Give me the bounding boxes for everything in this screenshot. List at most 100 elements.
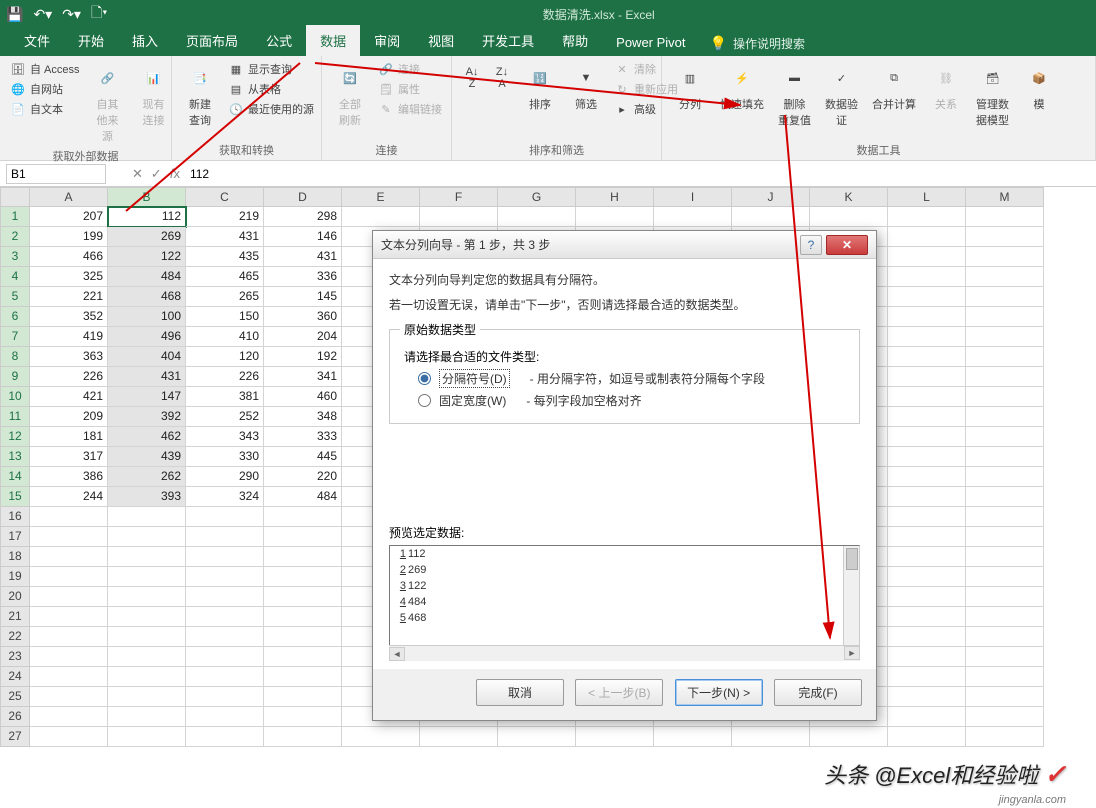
cell[interactable] xyxy=(966,567,1044,587)
cell[interactable] xyxy=(264,567,342,587)
cell[interactable]: 204 xyxy=(264,327,342,347)
row-header[interactable]: 20 xyxy=(0,587,30,607)
cell[interactable] xyxy=(966,707,1044,727)
cell[interactable] xyxy=(264,507,342,527)
cell[interactable] xyxy=(264,547,342,567)
cell[interactable] xyxy=(966,447,1044,467)
cell[interactable] xyxy=(888,647,966,667)
cell[interactable]: 147 xyxy=(108,387,186,407)
cell[interactable] xyxy=(498,727,576,747)
row-header[interactable]: 7 xyxy=(0,327,30,347)
edit-links-button[interactable]: ✎编辑链接 xyxy=(376,100,444,118)
cell[interactable] xyxy=(264,687,342,707)
cell[interactable]: 207 xyxy=(30,207,108,227)
row-header[interactable]: 11 xyxy=(0,407,30,427)
text-to-columns-button[interactable]: ▥分列 xyxy=(670,60,710,114)
cell[interactable] xyxy=(888,207,966,227)
row-header[interactable]: 24 xyxy=(0,667,30,687)
row-header[interactable]: 8 xyxy=(0,347,30,367)
formula-input[interactable] xyxy=(188,165,388,183)
cell[interactable] xyxy=(888,507,966,527)
cell[interactable] xyxy=(342,207,420,227)
row-header[interactable]: 27 xyxy=(0,727,30,747)
cell[interactable] xyxy=(30,727,108,747)
cell[interactable]: 192 xyxy=(264,347,342,367)
cell[interactable] xyxy=(732,207,810,227)
cell[interactable] xyxy=(186,567,264,587)
col-header[interactable]: F xyxy=(420,187,498,207)
cell[interactable] xyxy=(966,527,1044,547)
cell[interactable] xyxy=(186,687,264,707)
cell[interactable] xyxy=(30,667,108,687)
cell[interactable] xyxy=(576,727,654,747)
cell[interactable] xyxy=(888,587,966,607)
cell[interactable] xyxy=(732,727,810,747)
cell[interactable] xyxy=(108,627,186,647)
cell[interactable]: 381 xyxy=(186,387,264,407)
row-header[interactable]: 19 xyxy=(0,567,30,587)
cell[interactable] xyxy=(966,607,1044,627)
cell[interactable] xyxy=(966,367,1044,387)
tab-insert[interactable]: 插入 xyxy=(118,25,172,56)
cell[interactable]: 348 xyxy=(264,407,342,427)
new-query-button[interactable]: 📑新建 查询 xyxy=(180,60,220,130)
from-web-button[interactable]: 🌐自网站 xyxy=(8,80,82,98)
cell[interactable] xyxy=(966,347,1044,367)
cell[interactable] xyxy=(966,547,1044,567)
cell[interactable] xyxy=(966,487,1044,507)
cell[interactable] xyxy=(888,407,966,427)
cell[interactable] xyxy=(186,667,264,687)
name-box[interactable] xyxy=(6,164,106,184)
connections-button[interactable]: 🔗连接 xyxy=(376,60,444,78)
radio-delimited-label[interactable]: 分隔符号(D) xyxy=(439,369,510,388)
cell[interactable] xyxy=(810,727,888,747)
cell[interactable]: 209 xyxy=(30,407,108,427)
cell[interactable]: 386 xyxy=(30,467,108,487)
cell[interactable] xyxy=(966,327,1044,347)
cell[interactable] xyxy=(30,647,108,667)
col-header[interactable]: L xyxy=(888,187,966,207)
from-text-button[interactable]: 📄自文本 xyxy=(8,100,82,118)
cell[interactable] xyxy=(30,607,108,627)
cell[interactable] xyxy=(30,627,108,647)
cell[interactable]: 393 xyxy=(108,487,186,507)
cell[interactable] xyxy=(966,667,1044,687)
cell[interactable] xyxy=(186,547,264,567)
cell[interactable]: 343 xyxy=(186,427,264,447)
relations-button[interactable]: ⛓关系 xyxy=(926,60,966,114)
cell[interactable] xyxy=(264,587,342,607)
redo-icon[interactable]: ↷▾ xyxy=(62,6,81,23)
radio-fixed[interactable] xyxy=(418,394,431,407)
cell[interactable] xyxy=(888,547,966,567)
cell[interactable]: 112 xyxy=(108,207,186,227)
cell[interactable] xyxy=(888,567,966,587)
finish-button[interactable]: 完成(F) xyxy=(774,679,862,706)
cell[interactable] xyxy=(264,627,342,647)
row-header[interactable]: 16 xyxy=(0,507,30,527)
cell[interactable]: 220 xyxy=(264,467,342,487)
row-header[interactable]: 6 xyxy=(0,307,30,327)
tab-file[interactable]: 文件 xyxy=(10,25,64,56)
cell[interactable]: 431 xyxy=(186,227,264,247)
tab-review[interactable]: 审阅 xyxy=(360,25,414,56)
cell[interactable] xyxy=(966,507,1044,527)
existing-conn-button[interactable]: 📊现有连接 xyxy=(134,60,174,130)
cell[interactable]: 262 xyxy=(108,467,186,487)
fx-icon[interactable]: fx xyxy=(170,166,180,181)
col-header[interactable]: J xyxy=(732,187,810,207)
cell[interactable]: 333 xyxy=(264,427,342,447)
cell[interactable]: 298 xyxy=(264,207,342,227)
tell-me[interactable]: 💡 操作说明搜索 xyxy=(700,31,815,56)
row-header[interactable]: 21 xyxy=(0,607,30,627)
cell[interactable] xyxy=(888,607,966,627)
cell[interactable] xyxy=(108,567,186,587)
cell[interactable] xyxy=(264,667,342,687)
cell[interactable] xyxy=(108,707,186,727)
cell[interactable] xyxy=(420,727,498,747)
cell[interactable] xyxy=(888,307,966,327)
cell[interactable] xyxy=(966,387,1044,407)
radio-delimited[interactable] xyxy=(418,372,431,385)
cell[interactable]: 325 xyxy=(30,267,108,287)
cell[interactable]: 244 xyxy=(30,487,108,507)
cell[interactable] xyxy=(966,207,1044,227)
